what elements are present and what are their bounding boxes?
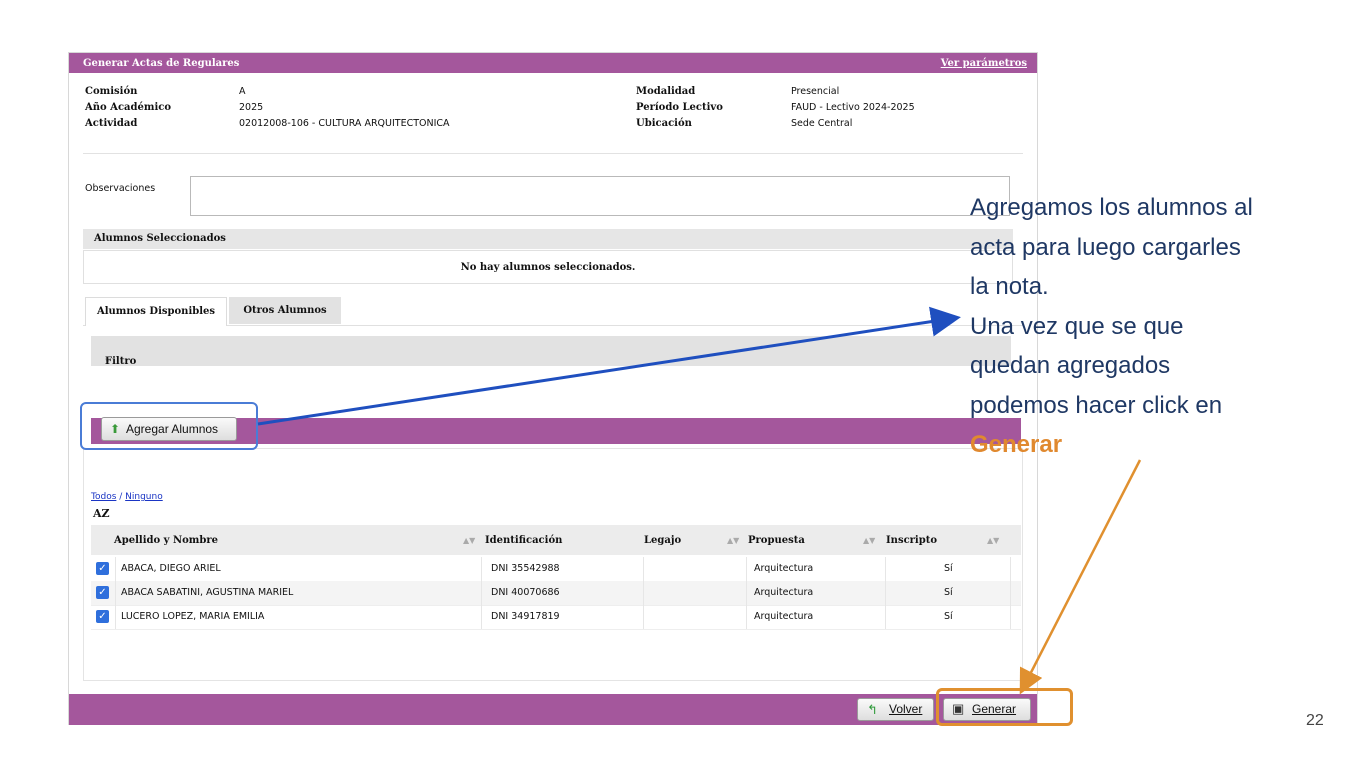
table-header: Apellido y Nombre ▲▼ Identificación Lega… <box>91 525 1021 555</box>
cell-divider <box>885 605 886 629</box>
cell-identificacion: DNI 34917819 <box>491 611 560 622</box>
filtro-panel[interactable]: ▼ Filtro <box>91 336 1011 367</box>
cell-propuesta: Arquitectura <box>754 611 814 622</box>
callout-highlight: Generar <box>970 431 1063 458</box>
ubicacion-label: Ubicación <box>636 118 692 129</box>
row-checkbox[interactable]: ✓ <box>96 610 109 623</box>
cell-inscripto: Sí <box>944 563 953 574</box>
callout-line: la nota. <box>970 273 1049 300</box>
callout-text: Agregamos los alumnos al acta para luego… <box>970 188 1340 465</box>
comision-label: Comisión <box>85 86 138 97</box>
observaciones-label: Observaciones <box>85 183 156 194</box>
selection-separator: / <box>116 492 126 502</box>
sort-icon[interactable]: ▲▼ <box>727 535 739 545</box>
cell-identificacion: DNI 35542988 <box>491 563 560 574</box>
volver-label: Volver <box>889 702 923 716</box>
row-checkbox[interactable]: ✓ <box>96 586 109 599</box>
page-number: 22 <box>1306 712 1324 729</box>
divider <box>83 153 1023 154</box>
callout-line: Una vez que se que <box>970 312 1184 340</box>
ver-parametros-link[interactable]: Ver parámetros <box>941 58 1027 69</box>
sort-icon[interactable]: ▲▼ <box>987 535 999 545</box>
sort-icon[interactable]: ▲▼ <box>463 535 475 545</box>
cell-divider <box>1010 605 1011 629</box>
col-legajo[interactable]: Legajo <box>644 535 681 546</box>
selection-links: Todos / Ninguno <box>91 492 163 502</box>
tab-bar: Alumnos Disponibles Otros Alumnos <box>83 297 1023 326</box>
orange-arrow <box>1019 459 1142 695</box>
cell-divider <box>1010 581 1011 605</box>
cell-divider <box>481 557 482 581</box>
cell-divider <box>115 557 116 581</box>
volver-button[interactable]: ↰ Volver <box>857 698 934 721</box>
anio-value: 2025 <box>239 102 264 113</box>
seleccionados-title: Alumnos Seleccionados <box>94 233 226 244</box>
cell-propuesta: Arquitectura <box>754 587 814 598</box>
seleccionados-header: Alumnos Seleccionados <box>83 229 1013 249</box>
cell-divider <box>643 605 644 629</box>
table-row[interactable]: ✓ LUCERO LOPEZ, MARIA EMILIA DNI 3491781… <box>91 605 1021 630</box>
callout-line: quedan agregados <box>970 352 1171 379</box>
cell-identificacion: DNI 40070686 <box>491 587 560 598</box>
cell-divider <box>885 581 886 605</box>
seleccionados-empty: No hay alumnos seleccionados. <box>83 250 1013 284</box>
cell-divider <box>746 605 747 629</box>
callout-line: acta para luego cargarles <box>970 233 1241 261</box>
tab-alumnos-disponibles[interactable]: Alumnos Disponibles <box>85 297 227 326</box>
generar-actas-panel: Generar Actas de Regulares Ver parámetro… <box>68 52 1038 725</box>
todos-link[interactable]: Todos <box>91 492 116 502</box>
generar-highlight-box <box>936 688 1073 726</box>
cell-divider <box>643 557 644 581</box>
cell-divider <box>885 557 886 581</box>
ubicacion-value: Sede Central <box>791 118 853 129</box>
cell-inscripto: Sí <box>944 611 953 622</box>
cell-divider <box>115 605 116 629</box>
agregar-highlight-box <box>80 402 258 450</box>
col-inscripto[interactable]: Inscripto <box>886 535 937 546</box>
cell-divider <box>1010 557 1011 581</box>
modalidad-label: Modalidad <box>636 86 696 97</box>
table-row[interactable]: ✓ ABACA SABATINI, AGUSTINA MARIEL DNI 40… <box>91 581 1021 606</box>
actividad-label: Actividad <box>85 118 138 129</box>
cell-divider <box>746 581 747 605</box>
ninguno-link[interactable]: Ninguno <box>125 492 163 502</box>
callout-line: podemos hacer click en <box>970 391 1223 419</box>
tab-otros-alumnos[interactable]: Otros Alumnos <box>229 297 341 324</box>
row-checkbox[interactable]: ✓ <box>96 562 109 575</box>
actividad-value: 02012008-106 - CULTURA ARQUITECTONICA <box>239 118 450 129</box>
back-arrow-icon: ↰ <box>867 702 878 717</box>
periodo-value: FAUD - Lectivo 2024-2025 <box>791 102 915 113</box>
cell-divider <box>481 581 482 605</box>
modalidad-value: Presencial <box>791 86 840 97</box>
cell-nombre: ABACA SABATINI, AGUSTINA MARIEL <box>121 587 294 598</box>
callout-line: Agregamos los alumnos al <box>970 194 1253 221</box>
sort-az-icon[interactable]: AZ <box>93 507 110 520</box>
cell-divider <box>115 581 116 605</box>
sort-icon[interactable]: ▲▼ <box>863 535 875 545</box>
periodo-label: Período Lectivo <box>636 102 723 113</box>
cell-divider <box>481 605 482 629</box>
cell-divider <box>746 557 747 581</box>
comision-value: A <box>239 86 246 97</box>
cell-divider <box>643 581 644 605</box>
cell-propuesta: Arquitectura <box>754 563 814 574</box>
table-row[interactable]: ✓ ABACA, DIEGO ARIEL DNI 35542988 Arquit… <box>91 557 1021 582</box>
observaciones-textarea[interactable] <box>190 176 1010 216</box>
panel-title: Generar Actas de Regulares <box>83 58 240 69</box>
cell-nombre: ABACA, DIEGO ARIEL <box>121 563 221 574</box>
col-propuesta[interactable]: Propuesta <box>748 535 805 546</box>
panel-titlebar: Generar Actas de Regulares Ver parámetro… <box>69 53 1037 73</box>
filtro-label: Filtro <box>105 356 137 367</box>
col-apellido-nombre[interactable]: Apellido y Nombre <box>114 535 218 546</box>
cell-nombre: LUCERO LOPEZ, MARIA EMILIA <box>121 611 265 622</box>
cell-inscripto: Sí <box>944 587 953 598</box>
anio-label: Año Académico <box>85 102 172 113</box>
col-identificacion[interactable]: Identificación <box>485 535 562 546</box>
